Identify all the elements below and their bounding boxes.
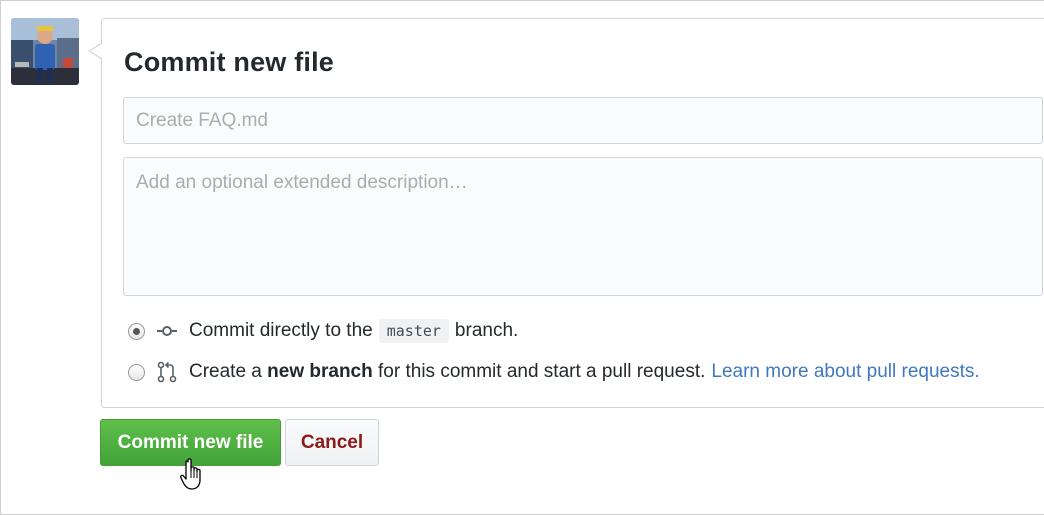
page-title: Commit new file	[124, 47, 335, 77]
radio-selected-dot	[133, 327, 140, 335]
new-branch-prefix: Create a	[189, 361, 262, 382]
avatar[interactable]	[11, 18, 79, 85]
avatar-image	[11, 18, 79, 85]
git-commit-icon	[157, 325, 177, 337]
new-branch-emphasis: new branch	[267, 361, 373, 382]
learn-more-pull-requests-link[interactable]: Learn more about pull requests.	[711, 361, 979, 383]
new-branch-option[interactable]: Create a new branch for this commit and …	[128, 358, 980, 386]
commit-summary-input[interactable]	[123, 97, 1043, 144]
commit-direct-radio[interactable]	[128, 322, 145, 340]
hand-pointer-cursor-icon	[180, 458, 206, 497]
commit-description-textarea[interactable]	[123, 157, 1043, 296]
commit-direct-suffix: branch.	[454, 320, 519, 341]
commit-direct-prefix: Commit directly to the	[189, 320, 373, 341]
new-branch-radio[interactable]	[128, 363, 145, 381]
git-pull-request-icon	[157, 361, 177, 383]
cancel-button[interactable]: Cancel	[285, 419, 379, 466]
new-branch-suffix: for this commit and start a pull request…	[378, 361, 706, 382]
commit-direct-option[interactable]: Commit directly to the master branch.	[128, 317, 518, 345]
branch-name-chip: master	[378, 319, 449, 343]
